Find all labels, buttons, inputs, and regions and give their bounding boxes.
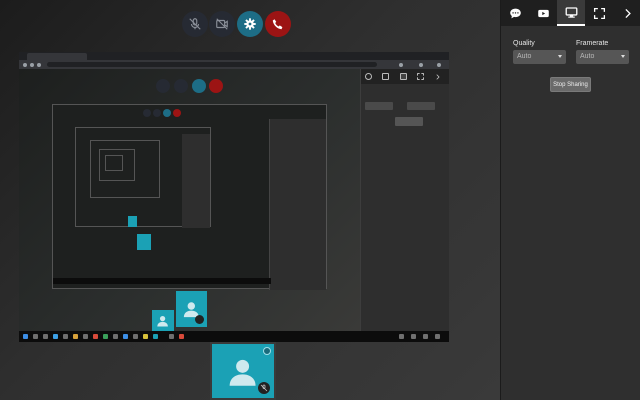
screen-share-icon (565, 6, 577, 18)
camera-toggle-button[interactable] (209, 11, 235, 37)
mic-muted-icon (189, 18, 201, 30)
tab-chat[interactable] (501, 0, 529, 26)
gear-icon (244, 18, 256, 30)
tile-settings-icon[interactable] (263, 347, 271, 355)
phone-hangup-icon (272, 19, 283, 30)
collapse-sidebar-button[interactable] (613, 0, 640, 26)
chat-icon (509, 8, 521, 18)
user-avatar-icon (230, 359, 256, 386)
camera-off-icon (216, 18, 228, 30)
quality-label: Quality (513, 40, 535, 47)
tab-youtube[interactable] (529, 0, 557, 26)
self-video-tile[interactable] (210, 342, 276, 400)
browser-tab-strip (19, 52, 449, 60)
user-avatar-icon (157, 316, 169, 327)
quality-select[interactable]: Auto (513, 50, 566, 64)
os-taskbar (19, 331, 449, 342)
mic-muted-icon (258, 382, 270, 394)
browser-address-bar (19, 60, 449, 69)
stop-sharing-button[interactable]: Stop Sharing (550, 77, 591, 92)
shared-screen-preview (19, 52, 449, 342)
tab-fullscreen[interactable] (585, 0, 613, 26)
mic-toggle-button[interactable] (182, 11, 208, 37)
framerate-select[interactable]: Auto (576, 50, 629, 64)
sidebar: Quality Auto Framerate Auto (500, 0, 640, 400)
shared-sidebar-preview (360, 69, 449, 331)
framerate-label: Framerate (576, 40, 609, 47)
mic-muted-icon (195, 315, 204, 324)
tab-screen-share[interactable] (557, 0, 585, 26)
fullscreen-icon (593, 7, 605, 19)
call-stage (0, 0, 500, 400)
nested-avatar-tile (152, 310, 174, 332)
settings-button[interactable] (237, 11, 263, 37)
chevron-right-icon (624, 8, 631, 18)
participant-tile-preview (176, 291, 207, 327)
youtube-icon (537, 9, 549, 17)
sidebar-tabs (501, 0, 640, 26)
hangup-button[interactable] (265, 11, 291, 37)
